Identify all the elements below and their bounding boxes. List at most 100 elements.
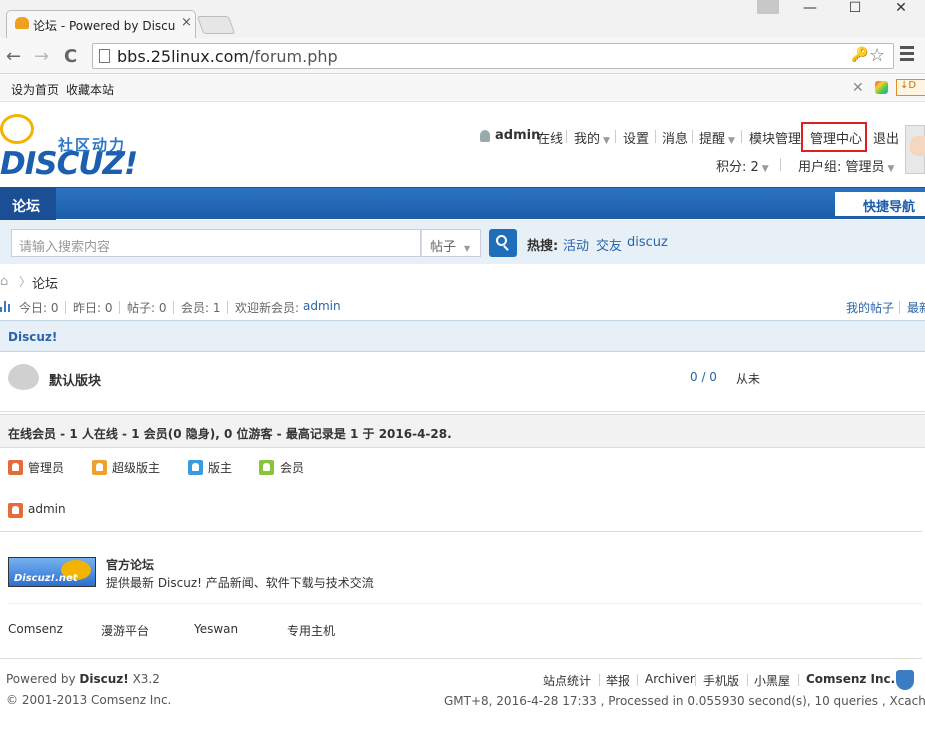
close-window-button[interactable]: ✕	[884, 0, 918, 18]
my-menu[interactable]: 我的 ▼	[574, 128, 610, 147]
divider	[637, 674, 638, 686]
reload-icon[interactable]: C	[64, 46, 77, 67]
friend-link[interactable]: Comsenz	[8, 622, 63, 636]
url-text[interactable]: bbs.25linux.com/forum.php	[117, 47, 338, 66]
avatar[interactable]	[905, 125, 925, 174]
online-member-link[interactable]: admin	[28, 502, 66, 516]
breadcrumb-current: 论坛	[32, 277, 59, 292]
site-logo[interactable]: DISCUZ!	[0, 146, 138, 182]
chrome-menu-icon[interactable]	[900, 46, 914, 64]
points-menu[interactable]: 积分: 2 ▼	[716, 156, 769, 175]
divider	[119, 301, 120, 314]
latest-posts-link[interactable]: 最新	[907, 299, 925, 316]
settings-link[interactable]: 设置	[623, 128, 649, 147]
tab-title: 论坛 - Powered by Discuz!	[33, 19, 175, 33]
forum-counts: 0 / 0	[690, 370, 717, 384]
search-icon	[496, 235, 507, 246]
divider	[173, 301, 174, 314]
home-icon[interactable]: ⌂	[0, 274, 8, 289]
address-bar[interactable]: bbs.25linux.com/forum.php 🔑 ☆	[92, 43, 894, 69]
set-home-link[interactable]: 设为首页	[11, 81, 59, 98]
page-icon	[99, 49, 110, 63]
security-shield-icon[interactable]	[896, 670, 914, 690]
footer-link-blacklist[interactable]: 小黑屋	[754, 672, 790, 689]
copyright: © 2001-2013 Comsenz Inc.	[6, 693, 172, 707]
search-input[interactable]: 请输入搜索内容	[11, 229, 421, 257]
footer-link-report[interactable]: 举报	[606, 672, 630, 689]
divider	[65, 301, 66, 314]
my-posts-link[interactable]: 我的帖子	[846, 299, 894, 316]
stat-members: 会员: 1	[181, 301, 221, 315]
close-tab-icon[interactable]: ×	[181, 15, 192, 30]
profile-icon[interactable]	[757, 0, 779, 14]
chevron-down-icon: ▼	[728, 136, 735, 146]
quick-nav-button[interactable]: 快捷导航▼	[835, 192, 925, 229]
chevron-down-icon: ▼	[603, 136, 610, 146]
search-button[interactable]	[489, 229, 517, 257]
powered-by-link[interactable]: Discuz!	[79, 672, 128, 686]
user-icon	[480, 130, 490, 142]
maximize-button[interactable]: ☐	[838, 0, 872, 18]
bookmark-star-icon[interactable]: ☆	[869, 45, 885, 66]
hot-search-item[interactable]: discuz	[627, 235, 668, 250]
discuz-net-logo[interactable]: Discuz!.net	[8, 557, 96, 587]
divider	[227, 301, 228, 314]
module-admin-link[interactable]: 模块管理	[749, 128, 801, 147]
legend-super-moderator: 超级版主	[112, 461, 161, 475]
online-members-title[interactable]: 在线会员 - 1 人在线 - 1 会员(0 隐身), 0 位游客 - 最高记录是…	[8, 425, 452, 442]
hot-search-item[interactable]: 交友	[596, 235, 622, 254]
minimize-button[interactable]: —	[793, 0, 827, 18]
browser-tab[interactable]: 论坛 - Powered by Discuz! ×	[6, 10, 196, 38]
bookmarks-bar: 设为首页 收藏本站 ✕ ↓D	[0, 75, 925, 102]
new-tab-button[interactable]	[196, 16, 236, 34]
admin-center-link[interactable]: 管理中心	[810, 128, 862, 147]
forum-name-link[interactable]: 默认版块	[49, 370, 101, 389]
friend-link[interactable]: Yeswan	[194, 622, 238, 636]
search-type-select[interactable]: 帖子 ▼	[421, 229, 481, 257]
key-icon[interactable]: 🔑	[851, 47, 868, 63]
browser-tabstrip: 论坛 - Powered by Discuz! × — ☐ ✕	[0, 0, 925, 38]
divider	[747, 674, 748, 686]
footer-link-stats[interactable]: 站点统计	[543, 672, 591, 689]
logout-link[interactable]: 退出	[873, 128, 899, 147]
username-link[interactable]: admin	[495, 128, 540, 143]
divider	[695, 674, 696, 686]
forum-bubble-icon	[8, 364, 39, 390]
divider	[8, 603, 922, 604]
category-title[interactable]: Discuz!	[8, 330, 57, 344]
messages-link[interactable]: 消息	[662, 128, 688, 147]
divider	[615, 130, 616, 143]
footer-company-link[interactable]: Comsenz Inc.	[806, 672, 895, 686]
divider	[692, 130, 693, 143]
footer-link-mobile[interactable]: 手机版	[703, 672, 739, 689]
category-header: Discuz!	[0, 320, 925, 352]
member-icon	[259, 460, 274, 475]
hot-search-item[interactable]: 活动	[563, 235, 589, 254]
friend-link[interactable]: 漫游平台	[101, 622, 149, 639]
stat-yesterday: 昨日: 0	[73, 301, 113, 315]
online-status[interactable]: 在线	[537, 128, 563, 147]
friend-link[interactable]: 专用主机	[287, 622, 335, 639]
avatar-face-icon	[910, 136, 925, 156]
divider	[0, 531, 922, 532]
official-forum-title[interactable]: 官方论坛	[106, 556, 154, 573]
nav-forum-tab[interactable]: 论坛	[0, 188, 56, 220]
footer-link-archiver[interactable]: Archiver	[645, 672, 695, 686]
tools-icon[interactable]: ✕	[852, 80, 864, 96]
search-bar: 请输入搜索内容 帖子 ▼ 热搜: 活动 交友 discuz	[0, 220, 925, 264]
main-navbar: 论坛 快捷导航▼	[0, 187, 925, 229]
bookmark-site-link[interactable]: 收藏本站	[66, 81, 114, 98]
moderator-icon	[188, 460, 203, 475]
stat-today: 今日: 0	[19, 301, 59, 315]
usergroup-menu[interactable]: 用户组: 管理员 ▼	[798, 156, 894, 175]
back-arrow-icon[interactable]: ←	[6, 46, 21, 67]
divider	[741, 130, 742, 143]
divider	[655, 130, 656, 143]
reminders-menu[interactable]: 提醒 ▼	[699, 128, 735, 147]
forward-arrow-icon[interactable]: →	[34, 46, 49, 67]
stats-chart-icon	[0, 301, 10, 312]
download-extension-button[interactable]: ↓D	[896, 79, 925, 96]
extension-icon[interactable]	[875, 81, 888, 94]
new-member-link[interactable]: admin	[303, 299, 341, 313]
search-icon-handle	[503, 245, 509, 251]
